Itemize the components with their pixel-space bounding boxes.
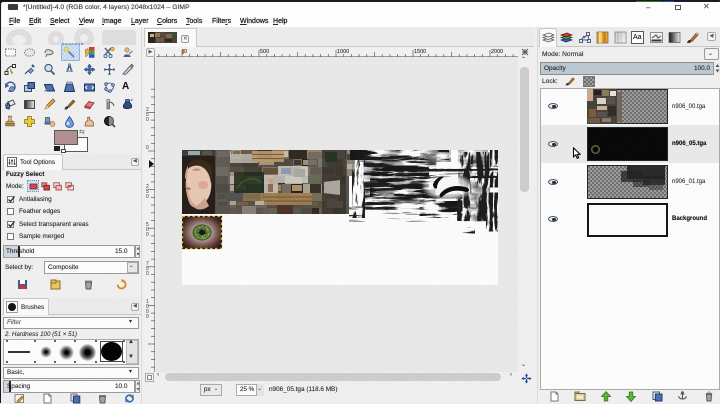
svg-text:0: 0: [146, 145, 149, 151]
svg-text:0: 0: [146, 314, 149, 320]
svg-text:0: 0: [146, 271, 149, 277]
svg-text:0: 0: [146, 194, 149, 200]
svg-text:0: 0: [146, 117, 149, 123]
svg-text:0: 0: [146, 232, 149, 238]
